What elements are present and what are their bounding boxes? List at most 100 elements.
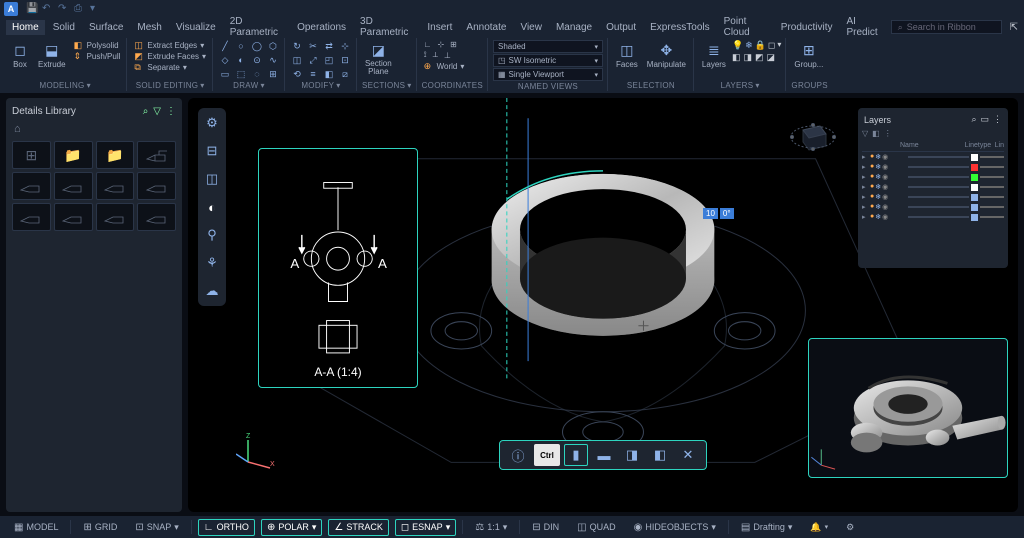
angle-value[interactable]: 0° [720, 208, 734, 219]
draw-tool-icon[interactable]: ⊞ [266, 68, 280, 80]
settings-icon[interactable]: ⚙ [840, 519, 860, 536]
modify-tool-icon[interactable]: ✂ [306, 40, 320, 52]
draw-tool-icon[interactable]: ∿ [266, 54, 280, 66]
tab-output[interactable]: Output [600, 20, 642, 35]
separate-button[interactable]: ⧉Separate▾ [132, 62, 208, 72]
coord-tool-icon[interactable]: ⊹ [435, 40, 446, 49]
modify-tool-icon[interactable]: ⊡ [338, 54, 352, 66]
expand-icon[interactable]: ▸ [862, 183, 868, 191]
qat-undo-icon[interactable]: ↶ [42, 3, 54, 15]
extrude-mode-button[interactable]: ▬ [592, 444, 616, 466]
tab-expresstools[interactable]: ExpressTools [644, 20, 715, 35]
modify-tool-icon[interactable]: ↻ [290, 40, 304, 52]
view-cube[interactable] [788, 112, 838, 162]
pushpull-button[interactable]: ⇕Push/Pull [72, 51, 123, 61]
coord-tool-icon[interactable]: ∟ [422, 40, 434, 49]
layer-row[interactable]: ▸●❄◉ [862, 192, 1004, 202]
draw-tool-icon[interactable]: ◌ [250, 68, 264, 80]
preview-inset[interactable] [808, 338, 1008, 478]
lock-icon[interactable]: ◉ [882, 173, 888, 181]
layer-row[interactable]: ▸●❄◉ [862, 152, 1004, 162]
expand-icon[interactable]: ▸ [862, 203, 868, 211]
snap-toggle[interactable]: ⊡SNAP▾ [129, 519, 184, 536]
detail-item[interactable] [12, 203, 51, 231]
extrude-faces-button[interactable]: ◩Extrude Faces▾ [132, 51, 208, 61]
bulb-icon[interactable]: ● [870, 183, 874, 191]
expand-icon[interactable]: ▸ [862, 173, 868, 181]
workspace-dropdown[interactable]: ▤Drafting▾ [735, 519, 799, 536]
col-linetype[interactable]: Linetype [965, 142, 993, 149]
extrude-mode-button[interactable]: ◨ [620, 444, 644, 466]
layer-row[interactable]: ▸●❄◉ [862, 182, 1004, 192]
detail-item[interactable]: ⊞ [12, 141, 51, 169]
layer-tool-icon[interactable]: ◨ [743, 52, 752, 63]
col-name[interactable]: Name [900, 142, 963, 149]
modify-tool-icon[interactable]: ⊹ [338, 40, 352, 52]
lock-icon[interactable]: ◉ [882, 203, 888, 211]
settings-icon[interactable]: ⚙ [203, 114, 221, 132]
grid-toggle[interactable]: ⊞GRID [77, 519, 123, 536]
coord-tool-icon[interactable]: ⊞ [448, 40, 459, 49]
chevron-down-icon[interactable]: ▾ [260, 81, 264, 90]
tab-manage[interactable]: Manage [550, 20, 598, 35]
freeze-icon[interactable]: ❄ [875, 183, 881, 191]
tab-visualize[interactable]: Visualize [170, 20, 222, 35]
layer-row[interactable]: ▸●❄◉ [862, 172, 1004, 182]
detail-item[interactable] [54, 172, 93, 200]
sheets-icon[interactable]: ◫ [203, 170, 221, 188]
detail-item[interactable] [12, 172, 51, 200]
polar-toggle[interactable]: ⊕POLAR▾ [261, 519, 322, 536]
freeze-icon[interactable]: ❄ [875, 153, 881, 161]
draw-tool-icon[interactable]: ◇ [218, 54, 232, 66]
freeze-icon[interactable]: ❄ [875, 213, 881, 221]
scale-button[interactable]: ⚖1:1▾ [469, 519, 513, 536]
trophy-icon[interactable]: ⚘ [203, 254, 221, 272]
lock-icon[interactable]: ◉ [882, 193, 888, 201]
layer-row[interactable]: ▸●❄◉ [862, 202, 1004, 212]
color-swatch[interactable] [971, 214, 978, 221]
layer-tool-icon[interactable]: ◩ [755, 52, 764, 63]
bulb-icon[interactable]: ● [870, 213, 874, 221]
layer-tool-icon[interactable]: ◧ [732, 52, 741, 63]
modify-tool-icon[interactable]: ⟲ [290, 68, 304, 80]
section-icon[interactable]: ◐ [203, 198, 221, 216]
viewport[interactable]: 10 0° ⚙ ⊟ ◫ ◐ ⚲ ⚘ ☁ [188, 98, 1018, 512]
coord-tool-icon[interactable]: ⟟ [422, 50, 429, 60]
color-swatch[interactable] [971, 204, 978, 211]
bulb-icon[interactable]: ● [870, 203, 874, 211]
bulb-icon[interactable]: ● [870, 153, 874, 161]
modify-tool-icon[interactable]: ◧ [322, 68, 336, 80]
modify-tool-icon[interactable]: ◰ [322, 54, 336, 66]
tab-annotate[interactable]: Annotate [460, 20, 512, 35]
esnap-toggle[interactable]: ◻ESNAP▾ [395, 519, 456, 536]
lock-icon[interactable]: ◉ [882, 163, 888, 171]
filter-icon[interactable]: ▽ [153, 106, 161, 117]
modify-tool-icon[interactable]: ◫ [290, 54, 304, 66]
freeze-icon[interactable]: ❄ [875, 193, 881, 201]
qat-redo-icon[interactable]: ↷ [58, 3, 70, 15]
coord-tool-icon[interactable]: ⊥ [442, 50, 453, 60]
freeze-icon[interactable]: ❄ [875, 173, 881, 181]
app-logo[interactable]: A [4, 2, 18, 16]
color-swatch[interactable] [971, 194, 978, 201]
expand-icon[interactable]: ▸ [862, 213, 868, 221]
modify-tool-icon[interactable]: ⧄ [338, 68, 352, 80]
viewport-dropdown[interactable]: ▦Single Viewport [493, 68, 603, 81]
tab-view[interactable]: View [514, 20, 548, 35]
faces-button[interactable]: ◫Faces [613, 40, 641, 70]
detail-item[interactable]: 📁 [54, 141, 93, 169]
info-button[interactable]: ⓘ [506, 444, 530, 466]
close-button[interactable]: ✕ [676, 444, 700, 466]
lock-icon[interactable]: 🔒 [755, 40, 766, 51]
tab-3d-parametric[interactable]: 3D Parametric [354, 14, 419, 40]
draw-tool-icon[interactable]: ⬡ [266, 40, 280, 52]
tab-insert[interactable]: Insert [421, 20, 458, 35]
detail-item[interactable] [96, 203, 135, 231]
model-space-button[interactable]: ▦MODEL [8, 519, 64, 536]
distance-value[interactable]: 10 [703, 208, 718, 219]
tab-solid[interactable]: Solid [47, 20, 81, 35]
section-view-inset[interactable]: A A A-A (1:4) [258, 148, 418, 388]
layers-tree-icon[interactable]: ⊟ [203, 142, 221, 160]
layers-button[interactable]: ≣Layers [699, 40, 729, 70]
expand-icon[interactable]: ▸ [862, 193, 868, 201]
